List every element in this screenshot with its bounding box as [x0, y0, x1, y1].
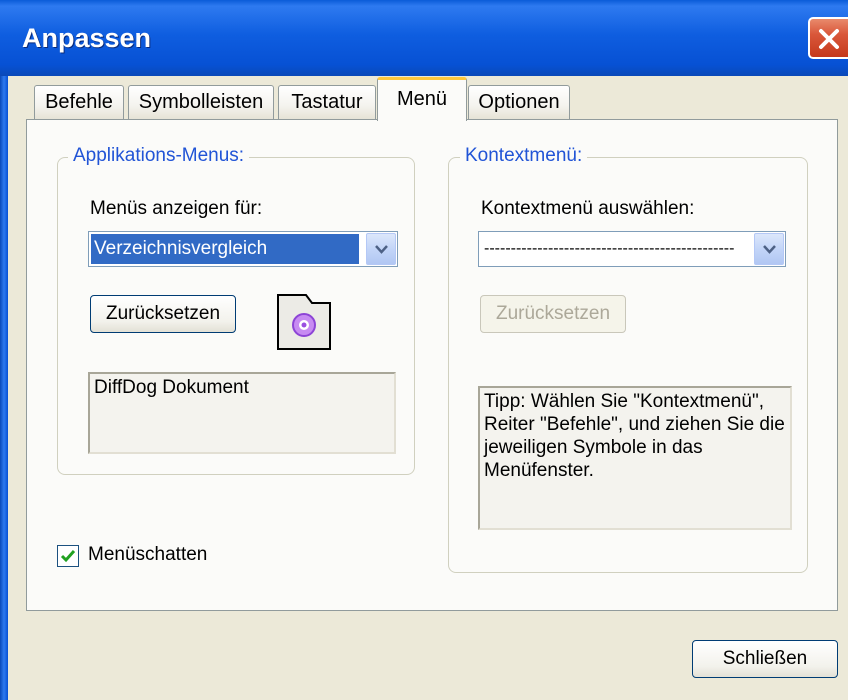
- context-menu-value: ----------------------------------------…: [484, 240, 735, 257]
- app-menus-legend: Applikations-Menus:: [68, 145, 250, 167]
- tab-befehle[interactable]: Befehle: [34, 85, 124, 119]
- menu-source-value: Verzeichnisvergleich: [91, 234, 359, 264]
- document-type-field: DiffDog Dokument: [88, 372, 396, 454]
- menu-source-dropdown-button[interactable]: [366, 233, 396, 265]
- window-title: Anpassen: [22, 23, 152, 53]
- context-menu-select[interactable]: ----------------------------------------…: [478, 231, 786, 267]
- menu-shadow-label: Menüschatten: [88, 544, 208, 565]
- context-menu-tip: Tipp: Wählen Sie "Kontextmenü", Reiter "…: [478, 386, 792, 530]
- app-menus-reset-button[interactable]: Zurücksetzen: [90, 295, 236, 333]
- tab-menue[interactable]: Menü: [377, 77, 467, 121]
- tab-optionen[interactable]: Optionen: [468, 85, 570, 119]
- customize-dialog: Anpassen Befehle Symbolleisten Tastatur …: [0, 0, 848, 700]
- document-icon: [276, 293, 332, 351]
- title-bar[interactable]: Anpassen: [0, 0, 848, 76]
- context-menu-legend: Kontextmenü:: [460, 145, 588, 167]
- show-menus-for-label: Menüs anzeigen für:: [90, 198, 263, 219]
- tab-symbolleisten[interactable]: Symbolleisten: [128, 85, 274, 119]
- close-window-button[interactable]: [808, 17, 848, 59]
- context-menu-reset-button[interactable]: Zurücksetzen: [480, 295, 626, 333]
- close-button[interactable]: Schließen: [692, 640, 838, 678]
- window-frame-left: [0, 76, 8, 700]
- tab-tastatur[interactable]: Tastatur: [278, 85, 376, 119]
- menu-shadow-checkbox[interactable]: [57, 545, 79, 567]
- context-menu-dropdown-button[interactable]: [754, 233, 784, 265]
- menu-source-select[interactable]: Verzeichnisvergleich: [88, 231, 398, 267]
- select-context-menu-label: Kontextmenü auswählen:: [481, 198, 695, 219]
